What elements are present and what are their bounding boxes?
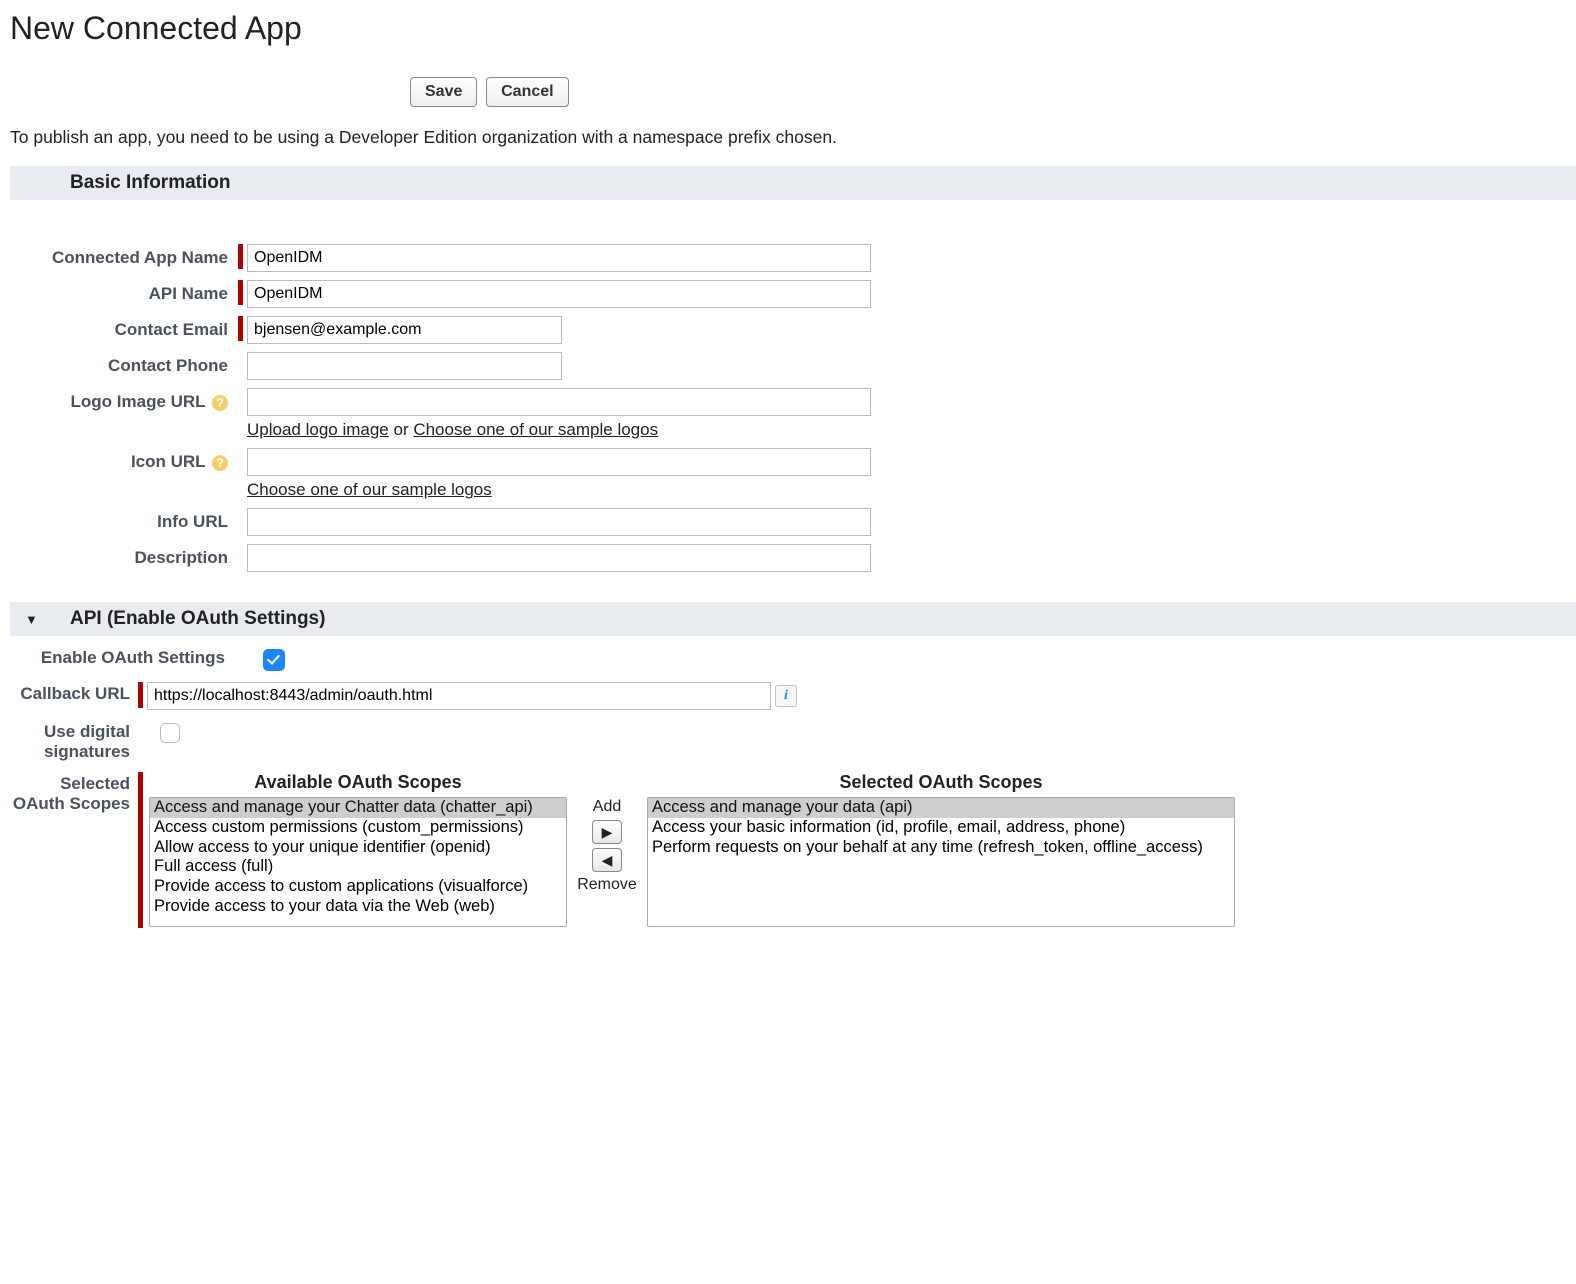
label-connected-app-name: Connected App Name xyxy=(10,244,238,268)
api-name-input[interactable] xyxy=(247,280,871,308)
sample-icon-link[interactable]: Choose one of our sample logos xyxy=(247,480,492,499)
add-label: Add xyxy=(593,798,621,816)
label-contact-phone: Contact Phone xyxy=(10,352,238,376)
label-icon-url: Icon URL ? xyxy=(10,448,238,472)
section-basic-header: Basic Information xyxy=(10,166,1576,200)
label-api-name: API Name xyxy=(10,280,238,304)
section-api-header[interactable]: ▼ API (Enable OAuth Settings) xyxy=(10,602,1576,636)
required-legend: = Required Information xyxy=(10,200,1576,236)
help-icon[interactable]: ? xyxy=(212,455,228,471)
connected-app-name-input[interactable] xyxy=(247,244,871,272)
available-scopes-list[interactable]: Access and manage your Chatter data (cha… xyxy=(149,797,567,927)
cancel-button[interactable]: Cancel xyxy=(486,77,568,107)
scope-option[interactable]: Access and manage your data (api) xyxy=(648,798,1234,818)
add-scope-button[interactable]: ▶ xyxy=(592,820,622,844)
publish-note: To publish an app, you need to be using … xyxy=(10,127,1576,148)
help-icon[interactable]: ? xyxy=(212,395,228,411)
label-digital-signatures: Use digital signatures xyxy=(10,720,138,762)
arrow-right-icon: ▶ xyxy=(602,824,613,841)
label-info-url: Info URL xyxy=(10,508,238,532)
scope-option[interactable]: Provide access to custom applications (v… xyxy=(150,877,566,897)
required-indicator xyxy=(138,772,143,928)
info-url-input[interactable] xyxy=(247,508,871,536)
selected-scopes-title: Selected OAuth Scopes xyxy=(647,772,1235,793)
required-indicator xyxy=(138,682,143,708)
sample-logo-link[interactable]: Choose one of our sample logos xyxy=(413,420,658,439)
digital-signatures-checkbox[interactable] xyxy=(160,723,180,743)
required-indicator xyxy=(238,280,243,305)
remove-label: Remove xyxy=(577,876,637,894)
logo-or-text: or xyxy=(389,420,414,439)
upload-logo-link[interactable]: Upload logo image xyxy=(247,420,389,439)
contact-email-input[interactable] xyxy=(247,316,562,344)
label-contact-email: Contact Email xyxy=(10,316,238,340)
label-description: Description xyxy=(10,544,238,568)
label-callback-url: Callback URL xyxy=(10,682,138,704)
scope-option[interactable]: Access and manage your Chatter data (cha… xyxy=(150,798,566,818)
scope-option[interactable]: Access custom permissions (custom_permis… xyxy=(150,818,566,838)
available-scopes-title: Available OAuth Scopes xyxy=(149,772,567,793)
label-selected-scopes: Selected OAuth Scopes xyxy=(10,772,138,814)
scope-option[interactable]: Provide access to your data via the Web … xyxy=(150,897,566,917)
required-indicator xyxy=(238,244,243,269)
scope-option[interactable]: Full access (full) xyxy=(150,857,566,877)
scope-option[interactable]: Perform requests on your behalf at any t… xyxy=(648,838,1234,858)
page-title: New Connected App xyxy=(10,10,302,47)
scope-option[interactable]: Allow access to your unique identifier (… xyxy=(150,838,566,858)
collapse-arrow-icon[interactable]: ▼ xyxy=(25,612,38,627)
save-button[interactable]: Save xyxy=(410,77,477,107)
label-logo-url: Logo Image URL ? xyxy=(10,388,238,412)
logo-url-input[interactable] xyxy=(247,388,871,416)
arrow-left-icon: ◀ xyxy=(602,852,613,869)
icon-url-input[interactable] xyxy=(247,448,871,476)
info-icon[interactable]: i xyxy=(775,685,797,707)
callback-url-input[interactable] xyxy=(147,682,771,710)
selected-scopes-list[interactable]: Access and manage your data (api)Access … xyxy=(647,797,1235,927)
label-enable-oauth: Enable OAuth Settings xyxy=(10,646,235,668)
scope-option[interactable]: Access your basic information (id, profi… xyxy=(648,818,1234,838)
contact-phone-input[interactable] xyxy=(247,352,562,380)
section-api-title: API (Enable OAuth Settings) xyxy=(70,608,325,629)
description-input[interactable] xyxy=(247,544,871,572)
enable-oauth-checkbox[interactable] xyxy=(263,649,285,671)
remove-scope-button[interactable]: ◀ xyxy=(592,848,622,872)
required-indicator xyxy=(238,316,243,341)
